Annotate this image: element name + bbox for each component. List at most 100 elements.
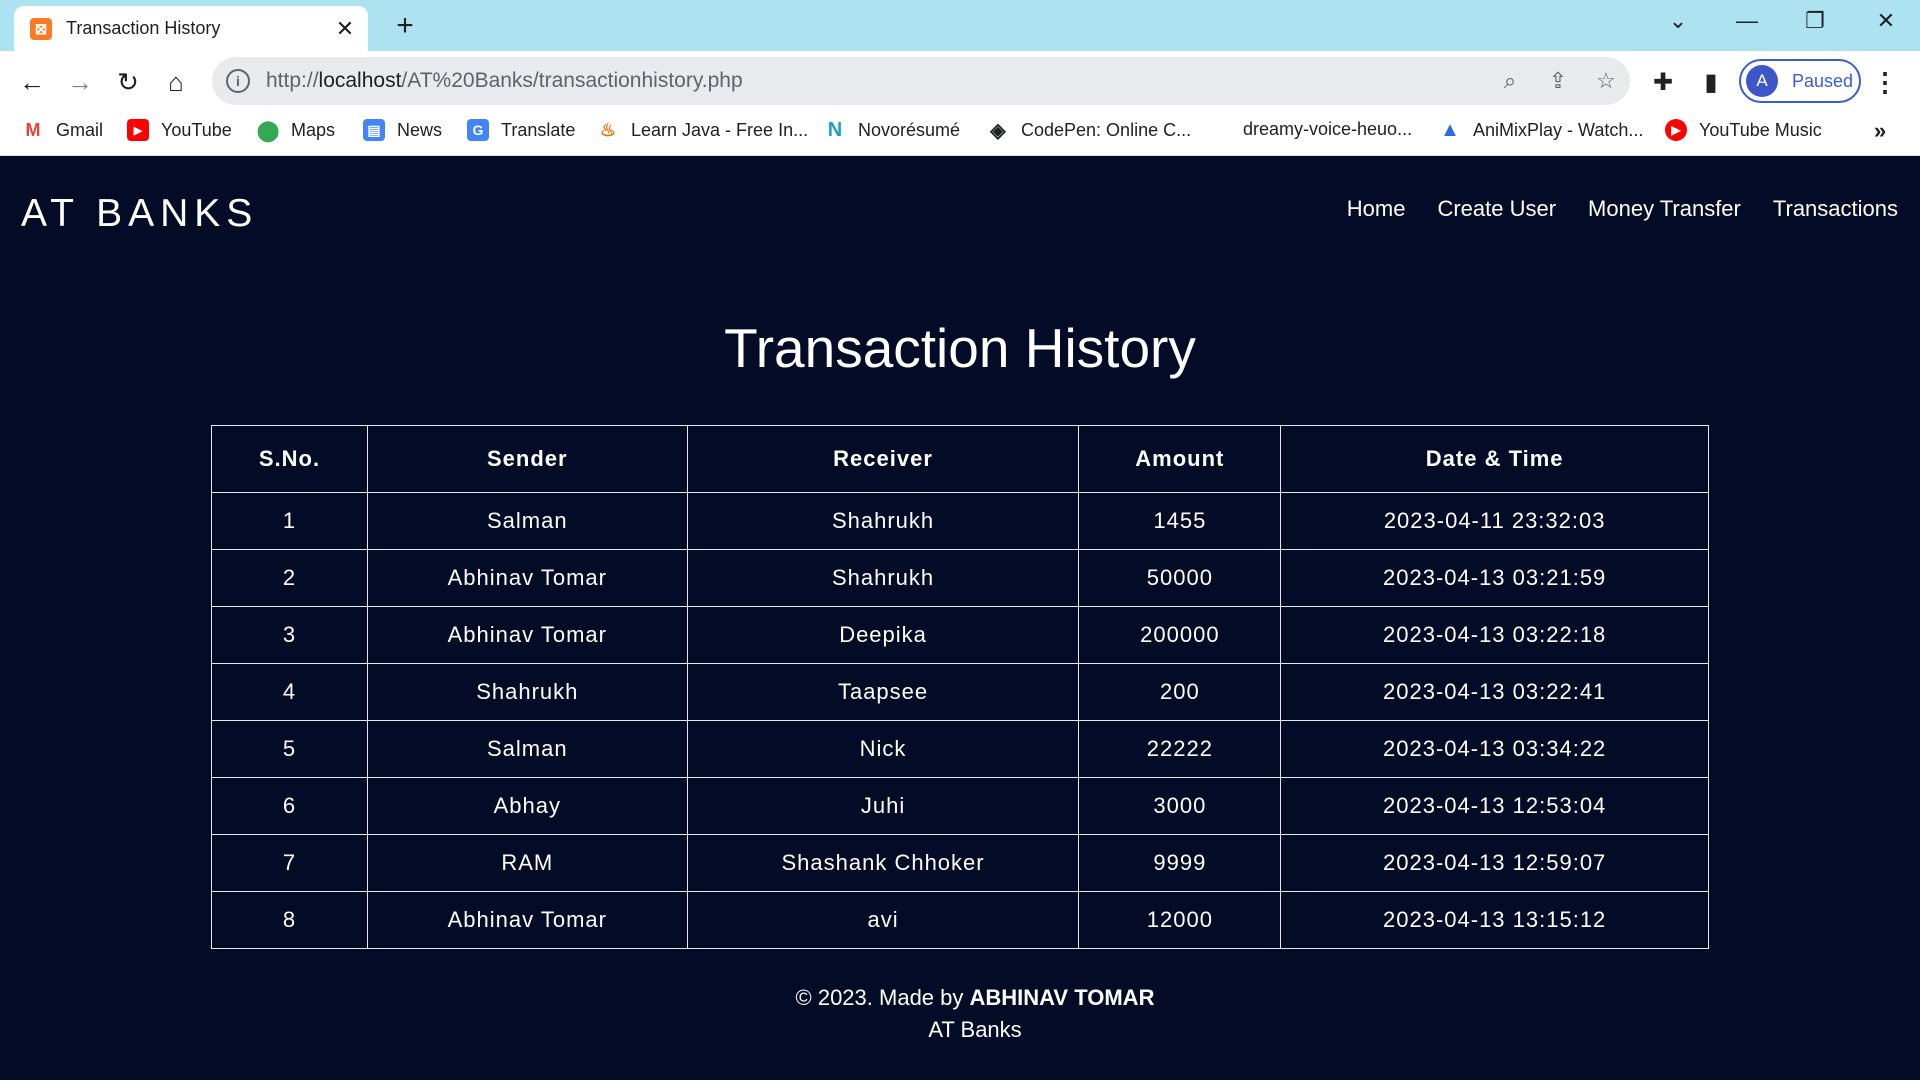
zoom-icon[interactable]: ⌕ xyxy=(1486,68,1534,94)
bookmark-codepen[interactable]: ◈ CodePen: Online C... xyxy=(987,119,1191,142)
window-close-button[interactable]: ✕ xyxy=(1866,8,1906,34)
cell-amount: 200000 xyxy=(1078,606,1282,664)
side-panel-icon[interactable]: ▮ xyxy=(1691,62,1731,102)
bookmark-label: Gmail xyxy=(56,119,104,140)
bookmark-youtube[interactable]: ▶ YouTube xyxy=(127,119,232,141)
cell-sno: 6 xyxy=(211,777,368,835)
bookmark-label: Learn Java - Free In... xyxy=(631,119,809,140)
column-header-sender: Sender xyxy=(366,425,688,493)
table-row: 4 Shahrukh Taapsee 200 2023-04-13 03:22:… xyxy=(211,663,1709,721)
footer-author: ABHINAV TOMAR xyxy=(969,985,1155,1010)
bookmark-label: YouTube Music xyxy=(1699,119,1822,140)
cell-sender: Abhinav Tomar xyxy=(366,549,688,607)
cell-sno: 2 xyxy=(211,549,368,607)
bookmark-label: Translate xyxy=(501,119,576,140)
bookmark-gmail[interactable]: M Gmail xyxy=(22,119,103,141)
table-row: 7 RAM Shashank Chhoker 9999 2023-04-13 1… xyxy=(211,834,1709,892)
url-text[interactable]: http://localhost/AT%20Banks/transactionh… xyxy=(266,69,1486,93)
cell-datetime: 2023-04-13 12:59:07 xyxy=(1280,834,1709,892)
forward-button[interactable]: → xyxy=(60,62,100,102)
more-menu-icon[interactable]: ⋮ xyxy=(1870,62,1900,102)
cell-amount: 50000 xyxy=(1078,549,1282,607)
cell-datetime: 2023-04-13 03:34:22 xyxy=(1280,720,1709,778)
bookmark-maps[interactable]: ⬤ Maps xyxy=(256,119,335,142)
bookmark-youtube-music[interactable]: ▶ YouTube Music xyxy=(1665,119,1822,141)
cell-sno: 3 xyxy=(211,606,368,664)
table-row: 6 Abhay Juhi 3000 2023-04-13 12:53:04 xyxy=(211,777,1709,835)
cell-amount: 3000 xyxy=(1078,777,1282,835)
table-row: 2 Abhinav Tomar Shahrukh 50000 2023-04-1… xyxy=(211,549,1709,607)
page-body: AT BANKS Home Create User Money Transfer… xyxy=(0,156,1920,1080)
news-icon: ▤ xyxy=(363,119,385,141)
bookmark-novoresume[interactable]: N Novorésumé xyxy=(824,119,960,141)
site-brand[interactable]: AT BANKS xyxy=(21,192,258,236)
close-icon[interactable]: ✕ xyxy=(330,16,360,42)
cell-amount: 1455 xyxy=(1078,492,1282,550)
table-row: 5 Salman Nick 22222 2023-04-13 03:34:22 xyxy=(211,720,1709,778)
column-header-amount: Amount xyxy=(1078,425,1282,493)
home-button[interactable]: ⌂ xyxy=(156,62,196,102)
extensions-puzzle-icon[interactable]: ✚ xyxy=(1643,62,1683,102)
browser-tabstrip: ⊠ Transaction History ✕ + ⌄ — ❐ ✕ xyxy=(0,0,1920,51)
column-header-datetime: Date & Time xyxy=(1280,425,1709,493)
browser-toolbar: ← → ↻ ⌂ i http://localhost/AT%20Banks/tr… xyxy=(0,51,1920,156)
bookmark-label: dreamy-voice-heuo... xyxy=(1243,119,1413,139)
bookmarks-overflow-icon[interactable]: » xyxy=(1874,118,1886,144)
cell-receiver: Taapsee xyxy=(686,663,1080,721)
nav-money-transfer[interactable]: Money Transfer xyxy=(1588,196,1741,222)
cell-receiver: Shahrukh xyxy=(686,549,1080,607)
site-info-icon[interactable]: i xyxy=(226,69,250,93)
cell-datetime: 2023-04-13 03:22:41 xyxy=(1280,663,1709,721)
bookmark-dreamy-voice[interactable]: dreamy-voice-heuo... xyxy=(1243,119,1412,140)
table-row: 8 Abhinav Tomar avi 12000 2023-04-13 13:… xyxy=(211,891,1709,949)
cell-receiver: Deepika xyxy=(686,606,1080,664)
page-title: Transaction History xyxy=(724,317,1196,379)
url-prefix: http:// xyxy=(266,69,319,92)
browser-tab-active[interactable]: ⊠ Transaction History ✕ xyxy=(14,6,368,51)
codepen-icon: ◈ xyxy=(987,119,1009,142)
address-bar[interactable]: i http://localhost/AT%20Banks/transactio… xyxy=(212,57,1630,105)
bookmark-label: Novorésumé xyxy=(858,119,961,140)
profile-status: Paused xyxy=(1792,70,1854,91)
cell-datetime: 2023-04-13 12:53:04 xyxy=(1280,777,1709,835)
cell-sno: 4 xyxy=(211,663,368,721)
nav-home[interactable]: Home xyxy=(1347,196,1406,222)
share-icon[interactable]: ⇪ xyxy=(1534,68,1582,94)
nav-transactions[interactable]: Transactions xyxy=(1773,196,1898,222)
bookmark-label: News xyxy=(397,119,443,140)
page-footer: © 2023. Made by ABHINAV TOMAR AT Banks xyxy=(0,982,1920,1046)
reload-button[interactable]: ↻ xyxy=(108,62,148,102)
back-button[interactable]: ← xyxy=(12,62,52,102)
bookmark-news[interactable]: ▤ News xyxy=(363,119,442,141)
footer-site-name: AT Banks xyxy=(928,1017,1022,1042)
minimize-button[interactable]: — xyxy=(1727,8,1767,34)
maps-icon: ⬤ xyxy=(256,119,280,142)
tab-title: Transaction History xyxy=(66,18,221,38)
cell-sender: Abhinav Tomar xyxy=(366,891,688,949)
cell-sender: Abhay xyxy=(366,777,688,835)
tab-search-chevron-icon[interactable]: ⌄ xyxy=(1658,8,1698,34)
bookmark-label: AniMixPlay - Watch... xyxy=(1473,119,1644,140)
column-header-receiver: Receiver xyxy=(686,425,1080,493)
bookmark-learn-java[interactable]: ♨ Learn Java - Free In... xyxy=(597,119,808,141)
bookmark-translate[interactable]: G Translate xyxy=(467,119,575,141)
cell-sno: 8 xyxy=(211,891,368,949)
cell-receiver: avi xyxy=(686,891,1080,949)
table-row: 3 Abhinav Tomar Deepika 200000 2023-04-1… xyxy=(211,606,1709,664)
restore-button[interactable]: ❐ xyxy=(1795,8,1835,34)
site-nav: Home Create User Money Transfer Transact… xyxy=(1347,196,1898,222)
cell-sender: RAM xyxy=(366,834,688,892)
bookmark-animixplay[interactable]: ▲ AniMixPlay - Watch... xyxy=(1439,119,1643,141)
bookmark-star-icon[interactable]: ☆ xyxy=(1582,68,1630,94)
new-tab-button[interactable]: + xyxy=(390,9,420,43)
cell-amount: 12000 xyxy=(1078,891,1282,949)
footer-prefix: © 2023. Made by xyxy=(795,985,970,1010)
cell-sender: Abhinav Tomar xyxy=(366,606,688,664)
profile-button[interactable]: A Paused xyxy=(1739,59,1861,103)
novoresume-icon: N xyxy=(824,119,846,141)
xampp-icon: ⊠ xyxy=(30,17,52,40)
nav-create-user[interactable]: Create User xyxy=(1437,196,1556,222)
transaction-table: S.No. Sender Receiver Amount Date & Time… xyxy=(211,425,1709,949)
cell-amount: 22222 xyxy=(1078,720,1282,778)
cell-receiver: Shashank Chhoker xyxy=(686,834,1080,892)
